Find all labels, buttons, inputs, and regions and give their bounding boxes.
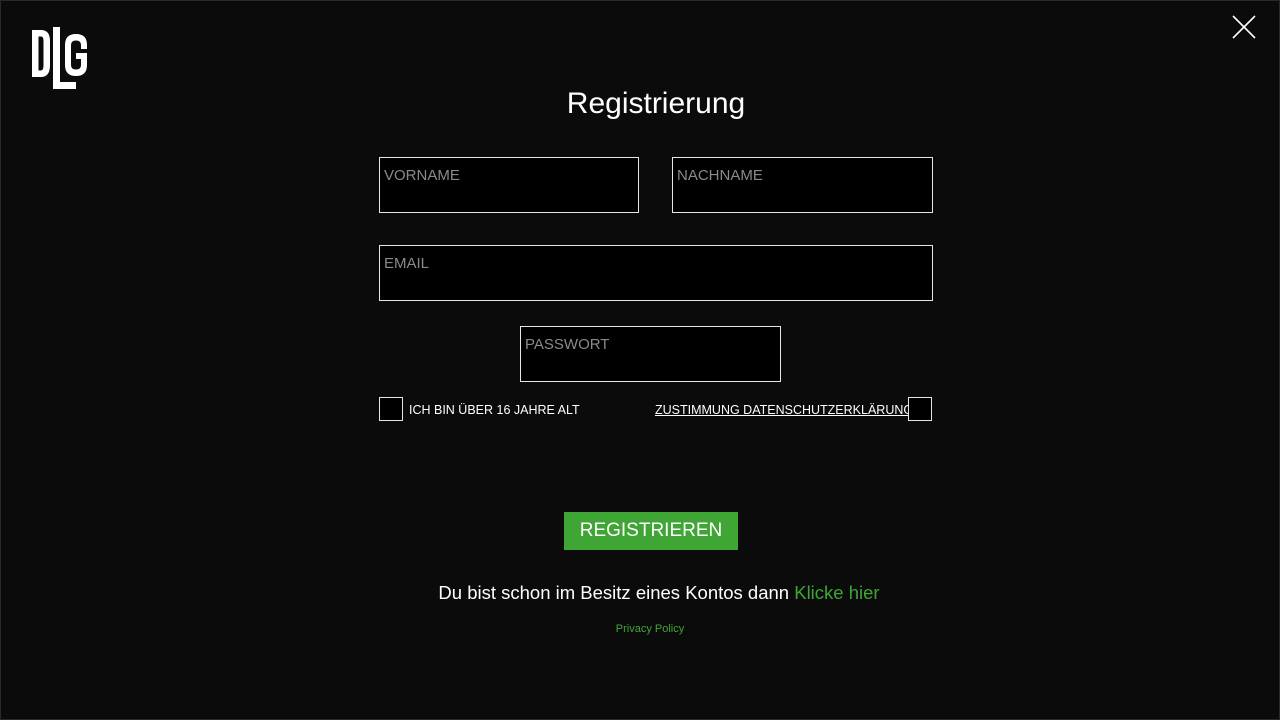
email-field (379, 245, 933, 301)
age-checkbox[interactable] (379, 397, 403, 421)
privacy-consent-checkbox[interactable] (908, 397, 932, 421)
first-name-input[interactable] (380, 158, 638, 212)
last-name-field (672, 157, 933, 213)
page-title: Registrierung (566, 87, 746, 120)
login-link[interactable]: Klicke hier (794, 582, 879, 603)
email-input[interactable] (380, 246, 932, 300)
privacy-consent-link[interactable]: ZUSTIMMUNG DATENSCHUTZERKLÄRUNG (655, 403, 913, 417)
login-prompt-text: Du bist schon im Besitz eines Kontos dan… (438, 582, 795, 603)
close-icon (1232, 15, 1256, 39)
registration-page: Registrierung ICH BIN ÜBER 16 JAHRE ALT … (0, 0, 1280, 720)
first-name-field (379, 157, 639, 213)
login-prompt: Du bist schon im Besitz eines Kontos dan… (1, 582, 1279, 604)
privacy-policy-link[interactable]: Privacy Policy (1, 623, 1279, 635)
last-name-input[interactable] (673, 158, 932, 212)
password-field (520, 326, 781, 382)
dlg-logo[interactable] (31, 27, 89, 91)
close-button[interactable] (1232, 15, 1256, 39)
password-input[interactable] (521, 327, 780, 381)
register-button[interactable]: REGISTRIEREN (564, 512, 738, 550)
age-checkbox-label: ICH BIN ÜBER 16 JAHRE ALT (409, 403, 580, 417)
dlg-logo-icon (32, 27, 87, 89)
